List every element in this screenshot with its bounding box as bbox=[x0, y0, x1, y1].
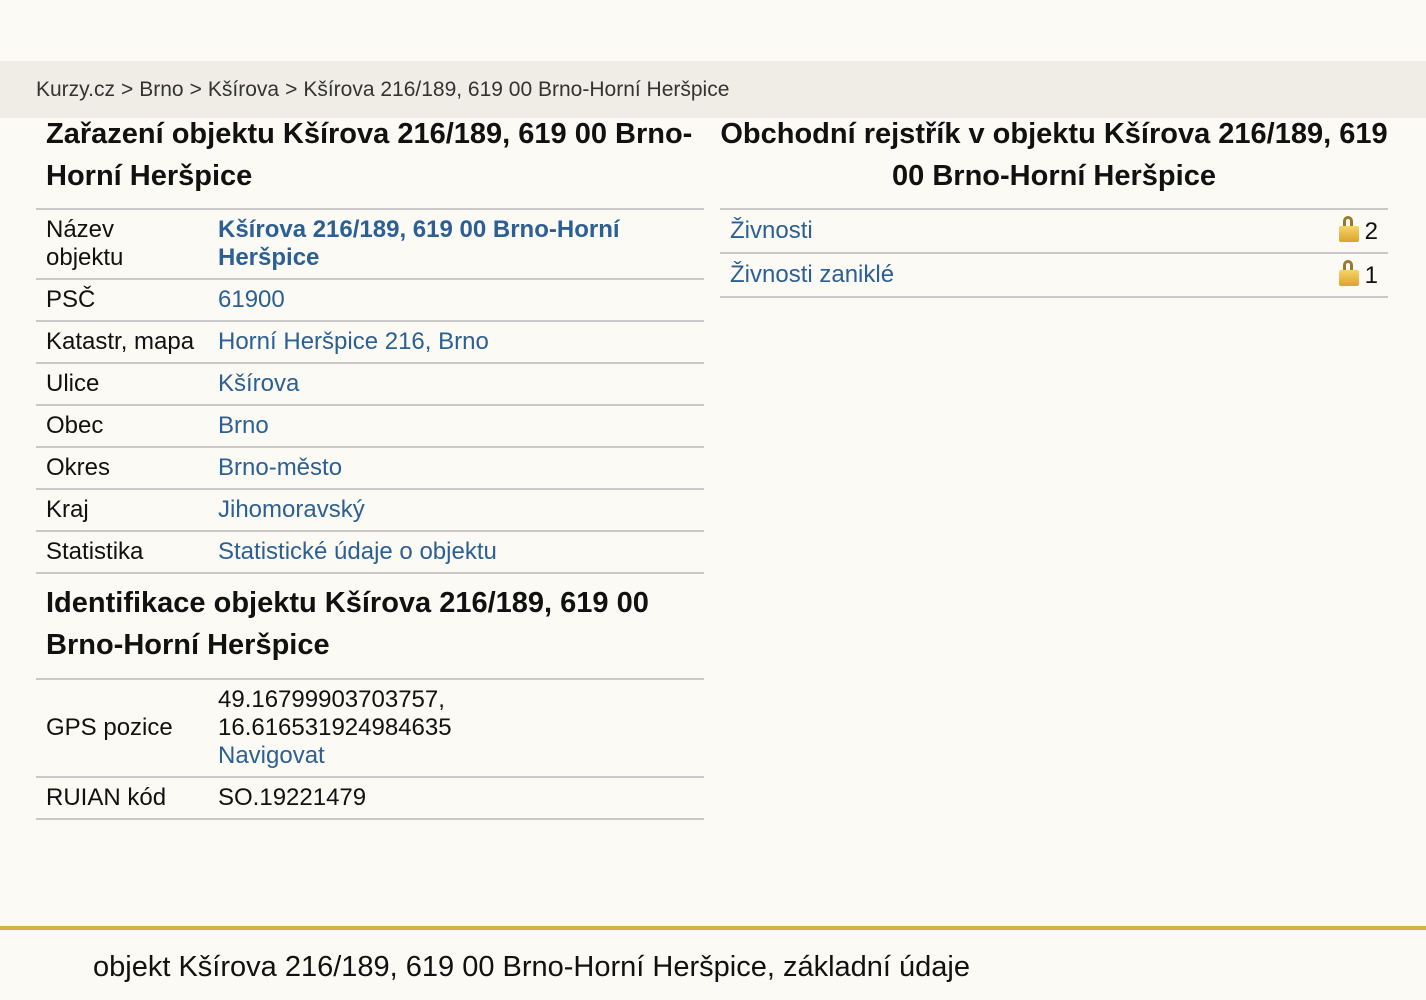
row-label-cadastre: Katastr, mapa bbox=[36, 320, 208, 363]
statistics-link[interactable]: Statistické údaje o objektu bbox=[218, 538, 497, 565]
table-row: RUIAN kód SO.19221479 bbox=[36, 776, 704, 820]
table-row: Živnosti 2 bbox=[720, 208, 1388, 253]
registry-table: Živnosti 2 Živnosti zaniklé 1 bbox=[720, 208, 1388, 298]
breadcrumb-separator: > bbox=[120, 78, 134, 101]
table-row: Statistika Statistické údaje o objektu bbox=[36, 530, 704, 574]
row-label-municipality: Obec bbox=[36, 404, 208, 447]
district-link[interactable]: Brno-město bbox=[218, 454, 342, 481]
breadcrumb-item-brno[interactable]: Brno bbox=[139, 78, 183, 101]
row-label-street: Ulice bbox=[36, 362, 208, 405]
trades-count: 2 bbox=[1364, 218, 1378, 245]
breadcrumb-item-street[interactable]: Kšírova bbox=[208, 78, 279, 101]
row-label-statistics: Statistika bbox=[36, 530, 208, 574]
table-row: Obec Brno bbox=[36, 404, 704, 447]
breadcrumb-item-kurzy[interactable]: Kurzy.cz bbox=[36, 78, 115, 101]
right-column: Obchodní rejstřík v objektu Kšírova 216/… bbox=[720, 112, 1388, 298]
lock-icon bbox=[1338, 260, 1359, 286]
footer: objekt Kšírova 216/189, 619 00 Brno-Horn… bbox=[0, 926, 1426, 1000]
classification-title: Zařazení objektu Kšírova 216/189, 619 00… bbox=[46, 118, 693, 192]
street-link[interactable]: Kšírova bbox=[218, 370, 299, 397]
table-row: GPS pozice 49.16799903703757, 16.6165319… bbox=[36, 678, 704, 777]
gps-longitude: 16.616531924984635 bbox=[218, 714, 452, 741]
municipality-link[interactable]: Brno bbox=[218, 412, 269, 439]
gps-latitude: 49.16799903703757, bbox=[218, 686, 445, 713]
psc-link[interactable]: 61900 bbox=[218, 286, 285, 313]
row-label-region: Kraj bbox=[36, 488, 208, 531]
table-row: Název objektu Kšírova 216/189, 619 00 Br… bbox=[36, 208, 704, 279]
table-row: Katastr, mapa Horní Heršpice 216, Brno bbox=[36, 320, 704, 363]
ruian-code: SO.19221479 bbox=[208, 776, 704, 820]
breadcrumb-separator: > bbox=[189, 78, 202, 101]
row-label-psc: PSČ bbox=[36, 278, 208, 321]
defunct-trades-count-cell: 1 bbox=[1225, 252, 1388, 298]
table-row: PSČ 61900 bbox=[36, 278, 704, 321]
row-label-district: Okres bbox=[36, 446, 208, 489]
trades-count-cell: 2 bbox=[1225, 208, 1388, 253]
table-row: Ulice Kšírova bbox=[36, 362, 704, 405]
region-link[interactable]: Jihomoravský bbox=[218, 496, 365, 523]
navigate-link[interactable]: Navigovat bbox=[218, 742, 325, 769]
object-name-link[interactable]: Kšírova 216/189, 619 00 Brno-Horní Heršp… bbox=[218, 216, 620, 271]
cadastre-link[interactable]: Horní Heršpice 216, Brno bbox=[218, 328, 489, 355]
row-label-ruian: RUIAN kód bbox=[36, 776, 208, 820]
footer-text: objekt Kšírova 216/189, 619 00 Brno-Horn… bbox=[93, 951, 970, 983]
identification-table: GPS pozice 49.16799903703757, 16.6165319… bbox=[36, 678, 704, 820]
row-label-name: Název objektu bbox=[36, 208, 208, 279]
breadcrumb: Kurzy.cz > Brno > Kšírova > Kšírova 216/189, 6… bbox=[0, 61, 1426, 118]
breadcrumb-item-address[interactable]: Kšírova 216/189, 619 00 Brno-Horní Heršp… bbox=[303, 78, 729, 101]
identification-title: Identifikace objektu Kšírova 216/189, 61… bbox=[46, 587, 649, 661]
left-column: Zařazení objektu Kšírova 216/189, 619 00… bbox=[36, 112, 704, 820]
classification-table: Název objektu Kšírova 216/189, 619 00 Br… bbox=[36, 208, 704, 574]
identification-section: Identifikace objektu Kšírova 216/189, 61… bbox=[36, 574, 704, 820]
top-strip bbox=[0, 0, 1426, 61]
lock-icon bbox=[1338, 216, 1359, 242]
defunct-trades-count: 1 bbox=[1364, 262, 1378, 289]
defunct-trades-link[interactable]: Živnosti zaniklé bbox=[730, 261, 894, 288]
breadcrumb-separator: > bbox=[285, 78, 298, 101]
classification-section: Zařazení objektu Kšírova 216/189, 619 00… bbox=[36, 112, 704, 574]
row-label-gps: GPS pozice bbox=[36, 678, 208, 777]
table-row: Okres Brno-město bbox=[36, 446, 704, 489]
registry-title: Obchodní rejstřík v objektu Kšírova 216/… bbox=[720, 118, 1388, 192]
trades-link[interactable]: Živnosti bbox=[730, 217, 813, 244]
table-row: Kraj Jihomoravský bbox=[36, 488, 704, 531]
table-row: Živnosti zaniklé 1 bbox=[720, 252, 1388, 298]
